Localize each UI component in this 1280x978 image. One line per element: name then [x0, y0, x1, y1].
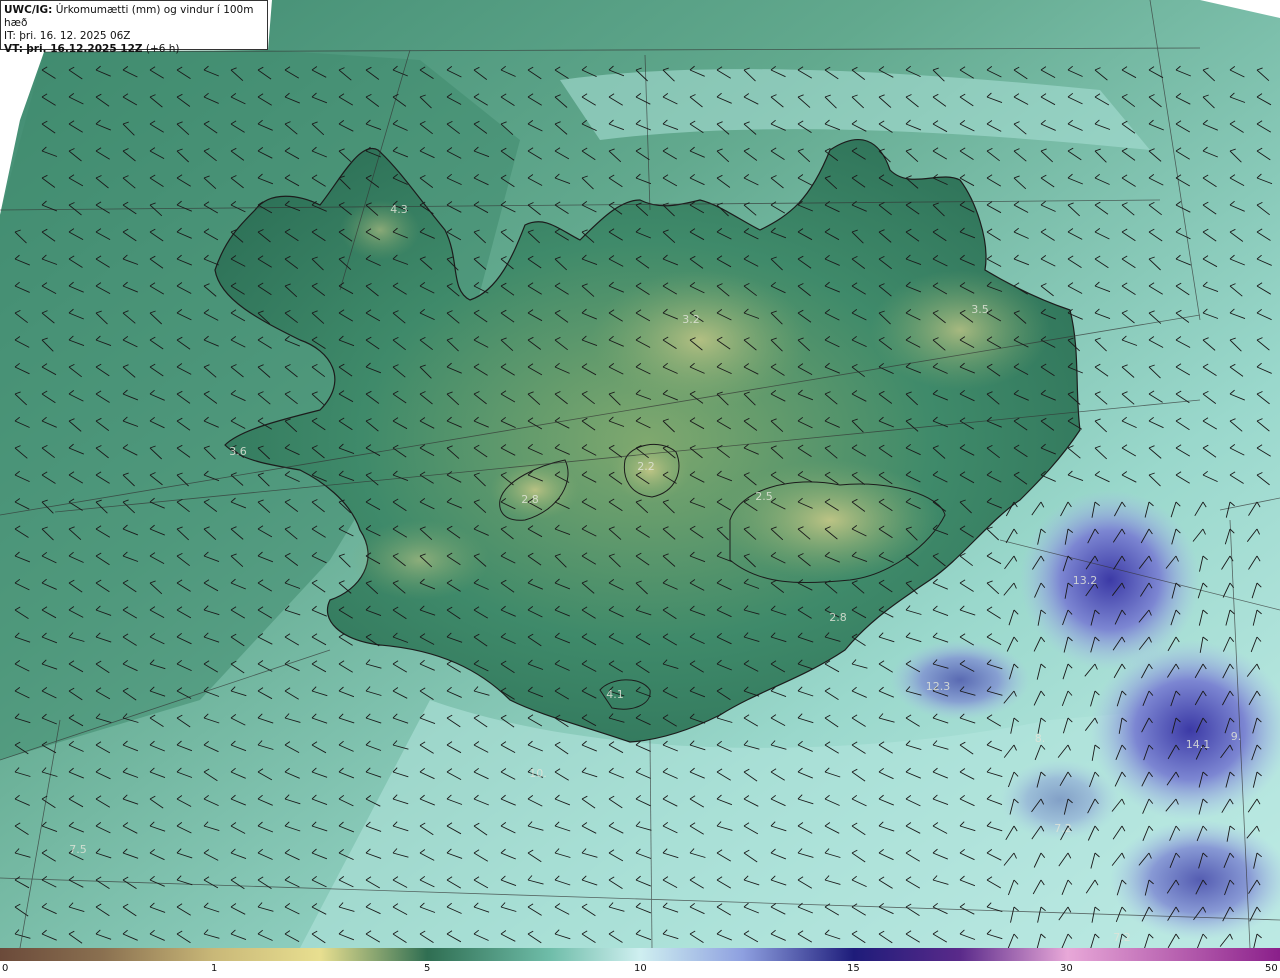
- precip-value-label: 2.5: [755, 490, 773, 503]
- cb-tick-30: 30: [1060, 963, 1073, 974]
- precip-value-label: 2.2: [637, 460, 655, 473]
- precip-value-label: 10.: [529, 767, 547, 780]
- precip-value-label: 4.3: [390, 203, 408, 216]
- title-line: UWC/IG: Úrkomumætti (mm) og vindur í 100…: [4, 4, 264, 30]
- precip-value-label: 9.: [1231, 730, 1242, 743]
- colorbar: [0, 948, 1280, 961]
- precip-value-label: 2.8: [521, 493, 539, 506]
- precip-area-south: [890, 640, 1030, 720]
- valid-time: þri. 16.12.2025 12Z: [26, 43, 143, 55]
- precip-value-label: 7.5: [69, 843, 87, 856]
- cb-tick-5: 5: [424, 963, 431, 974]
- precip-value-label: 4.1: [606, 688, 624, 701]
- cb-tick-50: 50: [1265, 963, 1278, 974]
- precip-value-label: 2.8: [829, 611, 847, 624]
- info-box: UWC/IG: Úrkomumætti (mm) og vindur í 100…: [0, 0, 268, 55]
- precip-value-label: 7.2: [1113, 931, 1131, 944]
- precip-value-label: 12.3: [926, 680, 951, 693]
- lead-time: (+6 h): [145, 43, 180, 55]
- westfjords-high: [340, 200, 420, 260]
- precip-value-label: 3.6: [229, 445, 247, 458]
- precip-value-label: 13.2: [1073, 574, 1098, 587]
- model-prefix: UWC/IG:: [4, 4, 53, 16]
- precip-value-label: 8.: [1035, 732, 1046, 745]
- weather-map[interactable]: 4.3 3.2 3.5 3.6 2.2 2.8 2.5 2.8 13.2 12.3 4.1 8. 14.…: [0, 0, 1280, 948]
- cb-tick-10: 10: [634, 963, 647, 974]
- init-time: IT: þri. 16. 12. 2025 06Z: [4, 30, 131, 42]
- cb-tick-15: 15: [847, 963, 860, 974]
- valid-prefix: VT:: [4, 43, 23, 55]
- precip-value-label: 3.2: [682, 313, 700, 326]
- cb-tick-0: 0: [2, 963, 9, 974]
- cb-tick-1: 1: [211, 963, 218, 974]
- colorbar-labels: 0 1 5 10 15 30 50: [0, 962, 1280, 978]
- valid-time-line: VT: þri. 16.12.2025 12Z (+6 h): [4, 43, 264, 56]
- precip-value-label: 7.2: [1054, 822, 1072, 835]
- precip-value-label: 3.5: [971, 303, 989, 316]
- precip-value-label: 14.1: [1186, 738, 1211, 751]
